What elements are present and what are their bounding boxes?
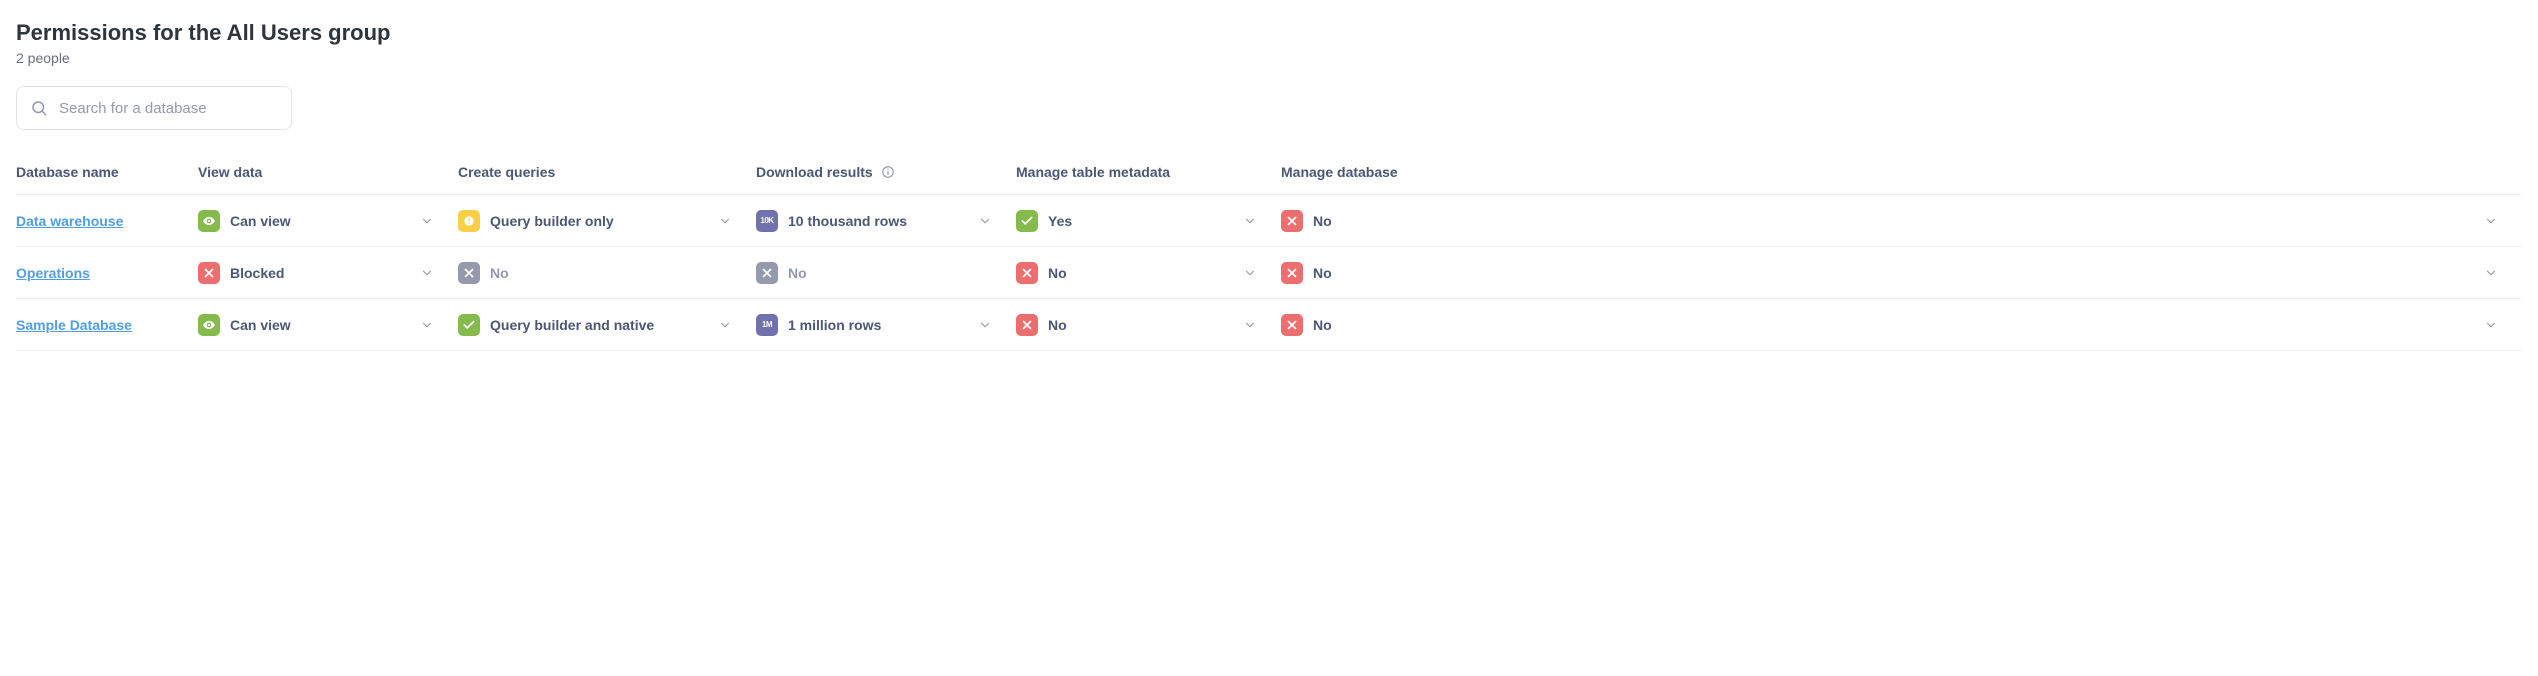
x-icon bbox=[462, 266, 476, 280]
table-row: Sample Database Can view Query builder a… bbox=[16, 299, 2522, 351]
view-data-cell-label: Can view bbox=[230, 317, 291, 333]
query-builder-icon bbox=[462, 214, 476, 228]
permission-badge bbox=[198, 210, 220, 232]
chevron-down-icon bbox=[1243, 318, 1257, 332]
download-results-cell-label: No bbox=[788, 265, 807, 281]
eye-icon bbox=[202, 318, 216, 332]
download-results-cell-label: 10 thousand rows bbox=[788, 213, 907, 229]
chevron-down-icon bbox=[1243, 214, 1257, 228]
create-queries-cell-label: Query builder and native bbox=[490, 317, 654, 333]
table-header: Database name View data Create queries D… bbox=[16, 156, 2522, 195]
col-download-results-label: Download results bbox=[756, 164, 873, 180]
col-view-data: View data bbox=[198, 164, 458, 180]
x-icon bbox=[760, 266, 774, 280]
col-manage-metadata: Manage table metadata bbox=[1016, 164, 1281, 180]
manage-database-cell[interactable]: No bbox=[1281, 210, 2522, 232]
permission-badge: 1M bbox=[756, 314, 778, 336]
x-icon bbox=[1285, 318, 1299, 332]
col-download-results: Download results bbox=[756, 164, 1016, 180]
download-results-cell[interactable]: 10K 10 thousand rows bbox=[756, 210, 1016, 232]
database-link[interactable]: Operations bbox=[16, 265, 90, 281]
check-icon bbox=[1020, 214, 1034, 228]
permission-badge bbox=[1281, 210, 1303, 232]
col-manage-database: Manage database bbox=[1281, 164, 2522, 180]
permission-badge bbox=[1016, 314, 1038, 336]
database-link[interactable]: Sample Database bbox=[16, 317, 132, 333]
x-icon bbox=[1285, 214, 1299, 228]
permissions-table: Database name View data Create queries D… bbox=[16, 156, 2522, 351]
search-container bbox=[16, 86, 292, 130]
chevron-down-icon bbox=[2484, 266, 2498, 280]
permission-badge bbox=[198, 314, 220, 336]
permission-badge: 10K bbox=[756, 210, 778, 232]
manage-metadata-cell-label: Yes bbox=[1048, 213, 1072, 229]
page-title: Permissions for the All Users group bbox=[16, 20, 2522, 46]
manage-database-cell-label: No bbox=[1313, 265, 1332, 281]
chevron-down-icon bbox=[718, 214, 732, 228]
view-data-cell[interactable]: Can view bbox=[198, 314, 458, 336]
manage-metadata-cell[interactable]: Yes bbox=[1016, 210, 1281, 232]
x-icon bbox=[1285, 266, 1299, 280]
x-icon bbox=[202, 266, 216, 280]
search-icon bbox=[30, 99, 48, 117]
chevron-down-icon bbox=[978, 214, 992, 228]
manage-metadata-cell[interactable]: No bbox=[1016, 262, 1281, 284]
download-results-cell-label: 1 million rows bbox=[788, 317, 881, 333]
manage-database-cell-label: No bbox=[1313, 317, 1332, 333]
permission-badge bbox=[1016, 210, 1038, 232]
view-data-cell-label: Blocked bbox=[230, 265, 284, 281]
database-name-cell: Sample Database bbox=[16, 317, 198, 333]
view-data-cell-label: Can view bbox=[230, 213, 291, 229]
eye-icon bbox=[202, 214, 216, 228]
chevron-down-icon bbox=[420, 318, 434, 332]
create-queries-cell: No bbox=[458, 262, 756, 284]
col-database-name: Database name bbox=[16, 164, 198, 180]
page-subtitle: 2 people bbox=[16, 50, 2522, 66]
permission-badge bbox=[1016, 262, 1038, 284]
info-icon[interactable] bbox=[881, 165, 895, 179]
permission-badge bbox=[1281, 314, 1303, 336]
col-create-queries: Create queries bbox=[458, 164, 756, 180]
permission-badge bbox=[1281, 262, 1303, 284]
manage-metadata-cell-label: No bbox=[1048, 317, 1067, 333]
manage-database-cell-label: No bbox=[1313, 213, 1332, 229]
create-queries-cell-label: No bbox=[490, 265, 509, 281]
search-input[interactable] bbox=[16, 86, 292, 130]
chevron-down-icon bbox=[2484, 318, 2498, 332]
chevron-down-icon bbox=[978, 318, 992, 332]
download-results-cell: No bbox=[756, 262, 1016, 284]
manage-metadata-cell[interactable]: No bbox=[1016, 314, 1281, 336]
x-icon bbox=[1020, 266, 1034, 280]
manage-database-cell[interactable]: No bbox=[1281, 314, 2522, 336]
chevron-down-icon bbox=[718, 318, 732, 332]
permission-badge bbox=[458, 210, 480, 232]
chevron-down-icon bbox=[420, 266, 434, 280]
ten-k-icon: 10K bbox=[760, 216, 773, 225]
chevron-down-icon bbox=[1243, 266, 1257, 280]
create-queries-cell[interactable]: Query builder and native bbox=[458, 314, 756, 336]
database-name-cell: Data warehouse bbox=[16, 213, 198, 229]
create-queries-cell[interactable]: Query builder only bbox=[458, 210, 756, 232]
permission-badge bbox=[198, 262, 220, 284]
download-results-cell[interactable]: 1M 1 million rows bbox=[756, 314, 1016, 336]
permission-badge bbox=[756, 262, 778, 284]
manage-database-cell[interactable]: No bbox=[1281, 262, 2522, 284]
x-icon bbox=[1020, 318, 1034, 332]
chevron-down-icon bbox=[2484, 214, 2498, 228]
one-m-icon: 1M bbox=[762, 320, 772, 329]
database-link[interactable]: Data warehouse bbox=[16, 213, 123, 229]
permission-badge bbox=[458, 262, 480, 284]
view-data-cell[interactable]: Can view bbox=[198, 210, 458, 232]
permission-badge bbox=[458, 314, 480, 336]
manage-metadata-cell-label: No bbox=[1048, 265, 1067, 281]
view-data-cell[interactable]: Blocked bbox=[198, 262, 458, 284]
check-icon bbox=[462, 318, 476, 332]
table-row: Data warehouse Can view Query builder on… bbox=[16, 195, 2522, 247]
chevron-down-icon bbox=[420, 214, 434, 228]
create-queries-cell-label: Query builder only bbox=[490, 213, 614, 229]
database-name-cell: Operations bbox=[16, 265, 198, 281]
table-row: Operations Blocked No No No No bbox=[16, 247, 2522, 299]
